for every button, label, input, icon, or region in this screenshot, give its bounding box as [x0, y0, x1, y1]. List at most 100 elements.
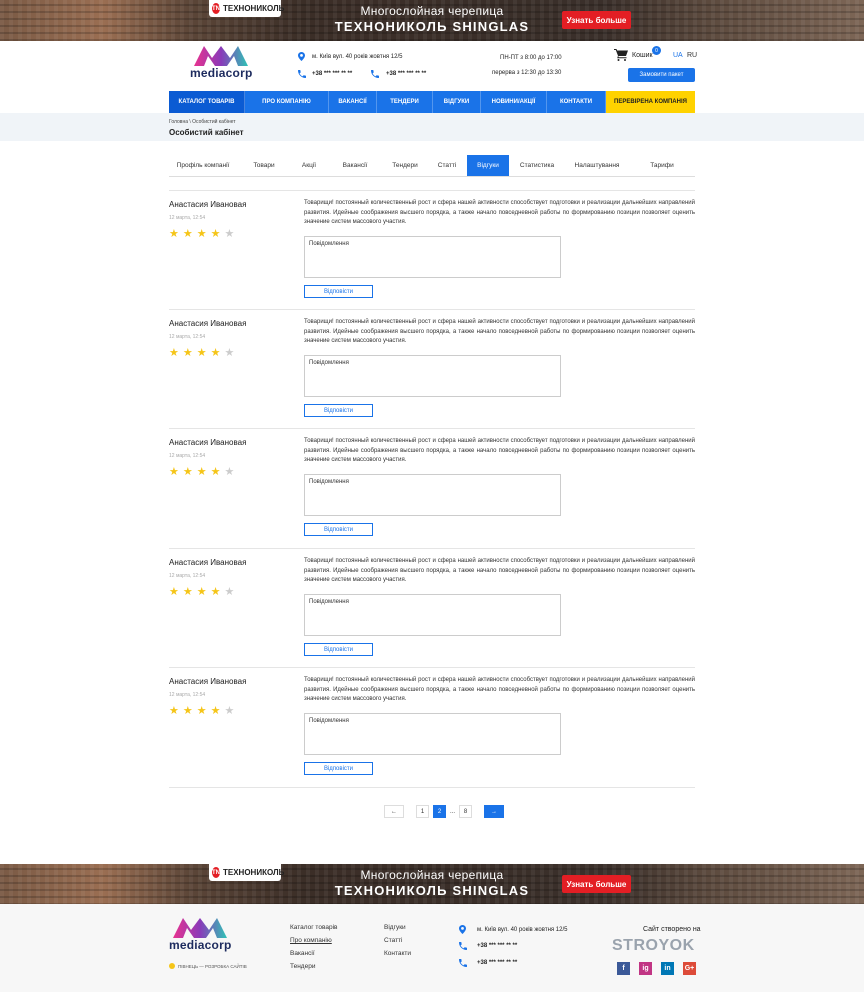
tab-products[interactable]: Товари [237, 155, 291, 176]
main-nav: КАТАЛОГ ТОВАРІВ ПРО КОМПАНІЮ ВАКАНСІЇ ТЕ… [169, 91, 695, 113]
footer-phone-2[interactable]: +38 *** *** ** ** [477, 960, 517, 966]
prev-page-arrow-icon[interactable]: ← [384, 805, 404, 818]
page-link[interactable]: 8 [459, 805, 473, 818]
review-text: Товарищи! постоянный количественный рост… [304, 200, 695, 225]
tab-reviews[interactable]: Відгуки [467, 155, 509, 176]
header-phone-2[interactable]: +38 *** *** ** ** [386, 71, 426, 77]
top-ad-banner[interactable]: TN ТЕХНОНИКОЛЬ Многослойная черепица ТЕХ… [0, 0, 864, 41]
reply-message-input[interactable] [304, 236, 561, 278]
tab-vacancies[interactable]: Вакансії [327, 155, 383, 176]
divider [169, 787, 695, 788]
nav-verified-company[interactable]: ПЕРЕВІРЕНА КОМПАНІЯ [606, 91, 695, 113]
star-filled-icon: ★ [182, 228, 193, 240]
star-filled-icon: ★ [169, 228, 179, 240]
page-link-current[interactable]: 2 [433, 805, 446, 818]
instagram-icon[interactable]: ig [639, 962, 652, 975]
phone-icon [371, 70, 379, 78]
star-filled-icon: ★ [182, 347, 193, 359]
review-date: 12 марта, 12:54 [169, 573, 206, 579]
star-filled-icon: ★ [169, 705, 179, 717]
star-filled-icon: ★ [182, 466, 193, 478]
logo-text: mediacorp [169, 938, 232, 952]
footer-link-catalog[interactable]: Каталог товарів [290, 924, 337, 931]
phone-icon [459, 942, 467, 950]
footer-link-reviews[interactable]: Відгуки [384, 924, 411, 931]
nav-catalog[interactable]: КАТАЛОГ ТОВАРІВ [169, 91, 245, 113]
location-pin-icon [459, 925, 466, 934]
footer-phone-1[interactable]: +38 *** *** ** ** [477, 943, 517, 949]
phone-icon [298, 70, 306, 78]
nav-news[interactable]: НОВИНИ/АКЦІЇ [481, 91, 547, 113]
footer-link-about[interactable]: Про компанію [290, 937, 337, 944]
rating-stars: ★ ★ ★ ★ ★ [169, 348, 234, 359]
next-page-arrow-icon[interactable]: → [484, 805, 505, 818]
tab-settings[interactable]: Налаштування [565, 155, 629, 176]
footer-address: м. Київ вул. 40 років жовтня 12/5 [477, 927, 568, 933]
star-filled-icon: ★ [196, 347, 207, 359]
footer-link-contacts[interactable]: Контакти [384, 950, 411, 957]
banner-cta-button[interactable]: Узнать больше [562, 11, 631, 29]
cabinet-tabs: Профіль компанії Товари Акції Вакансії Т… [169, 155, 695, 177]
review-date: 12 марта, 12:54 [169, 453, 206, 459]
cart-icon[interactable] [614, 49, 628, 61]
nav-about[interactable]: ПРО КОМПАНІЮ [245, 91, 329, 113]
reply-message-input[interactable] [304, 474, 561, 516]
order-package-button[interactable]: Замовити пакет [628, 68, 695, 82]
breadcrumb[interactable]: Головна \ Особистий кабінет [169, 119, 236, 125]
nav-vacancies[interactable]: ВАКАНСІЇ [329, 91, 377, 113]
tab-articles[interactable]: Статті [427, 155, 467, 176]
site-logo[interactable]: mediacorp [190, 46, 253, 80]
tab-statistics[interactable]: Статистика [509, 155, 565, 176]
facebook-icon[interactable]: f [617, 962, 630, 975]
break-hours: перерва з 12:30 до 13:30 [492, 70, 562, 76]
star-filled-icon: ★ [196, 466, 207, 478]
tab-profile[interactable]: Профіль компанії [169, 155, 237, 176]
bottom-ad-banner[interactable]: TN ТЕХНОНИКОЛЬ Многослойная черепица ТЕХ… [0, 864, 864, 905]
rating-stars: ★ ★ ★ ★ ★ [169, 706, 234, 717]
cart-label[interactable]: Кошик [632, 52, 653, 59]
footer-logo[interactable]: mediacorp [169, 918, 232, 952]
reply-button[interactable]: Відповісти [304, 523, 373, 536]
footer-link-vacancies[interactable]: Вакансії [290, 950, 337, 957]
star-filled-icon: ★ [210, 228, 221, 240]
rating-stars: ★ ★ ★ ★ ★ [169, 229, 234, 240]
footer-link-articles[interactable]: Статті [384, 937, 411, 944]
banner-cta-button[interactable]: Узнать больше [562, 875, 631, 893]
star-filled-icon: ★ [210, 347, 221, 359]
review-author: Анастасия Ивановая [169, 438, 247, 447]
reply-button[interactable]: Відповісти [304, 643, 373, 656]
lang-ru[interactable]: RU [687, 52, 697, 59]
nav-contacts[interactable]: КОНТАКТИ [547, 91, 606, 113]
footer-link-tenders[interactable]: Тендери [290, 963, 337, 970]
reply-button[interactable]: Відповісти [304, 285, 373, 298]
tab-promotions[interactable]: Акції [291, 155, 327, 176]
nav-tenders[interactable]: ТЕНДЕРИ [377, 91, 433, 113]
logo-text: mediacorp [190, 66, 253, 80]
linkedin-icon[interactable]: in [661, 962, 674, 975]
pivnets-icon [169, 963, 175, 969]
tab-tenders[interactable]: Тендери [383, 155, 427, 176]
reply-message-input[interactable] [304, 713, 561, 755]
reply-button[interactable]: Відповісти [304, 762, 373, 775]
rating-stars: ★ ★ ★ ★ ★ [169, 467, 234, 478]
page-header-bar [0, 113, 864, 141]
lang-ua[interactable]: UA [673, 52, 683, 59]
tab-tariffs[interactable]: Тарифи [629, 155, 695, 176]
reply-message-input[interactable] [304, 355, 561, 397]
review-card: Анастасия Ивановая 12 марта, 12:54 ★ ★ ★ ★ ★… [169, 309, 695, 428]
reply-button[interactable]: Відповісти [304, 404, 373, 417]
review-author: Анастасия Ивановая [169, 200, 247, 209]
star-filled-icon: ★ [182, 586, 193, 598]
star-filled-icon: ★ [169, 586, 179, 598]
developer-credit[interactable]: ПІВНЕЦЬ — РОЗРОБКА САЙТІВ [169, 963, 247, 969]
site-footer: mediacorp ПІВНЕЦЬ — РОЗРОБКА САЙТІВ Ката… [0, 904, 864, 992]
nav-reviews[interactable]: ВІДГУКИ [433, 91, 481, 113]
reply-message-input[interactable] [304, 594, 561, 636]
stroyok-logo[interactable]: STROYOK [612, 937, 695, 955]
star-filled-icon: ★ [196, 228, 207, 240]
header-phone-1[interactable]: +38 *** *** ** ** [312, 71, 352, 77]
page-link[interactable]: 1 [416, 805, 429, 818]
star-empty-icon: ★ [224, 586, 235, 598]
location-pin-icon [298, 52, 305, 61]
google-plus-icon[interactable]: G+ [683, 962, 696, 975]
